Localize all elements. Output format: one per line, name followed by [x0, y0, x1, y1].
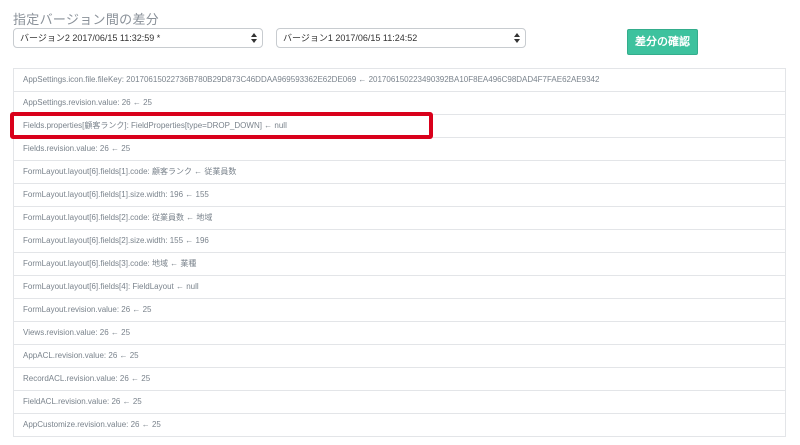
- version-a-select[interactable]: バージョン2 2017/06/15 11:32:59 *: [13, 28, 263, 48]
- diff-list: AppSettings.icon.file.fileKey: 201706150…: [13, 68, 786, 437]
- diff-row: AppACL.revision.value: 26 ← 25: [13, 345, 786, 368]
- diff-row: FormLayout.layout[6].fields[3].code: 地域 …: [13, 253, 786, 276]
- compare-diff-button[interactable]: 差分の確認: [627, 29, 698, 55]
- select-arrows-icon: [514, 33, 520, 43]
- diff-row: FormLayout.revision.value: 26 ← 25: [13, 299, 786, 322]
- diff-row: AppCustomize.revision.value: 26 ← 25: [13, 414, 786, 437]
- page-title: 指定バージョン間の差分: [13, 12, 160, 27]
- diff-row: FormLayout.layout[6].fields[1].code: 顧客ラ…: [13, 161, 786, 184]
- diff-row: FormLayout.layout[6].fields[1].size.widt…: [13, 184, 786, 207]
- version-a-selected-value: バージョン2 2017/06/15 11:32:59 *: [20, 33, 161, 43]
- diff-row: FieldACL.revision.value: 26 ← 25: [13, 391, 786, 414]
- version-b-selected-value: バージョン1 2017/06/15 11:24:52: [283, 33, 418, 43]
- version-diff-page: 指定バージョン間の差分 バージョン2 2017/06/15 11:32:59 *…: [0, 0, 800, 445]
- diff-row: FormLayout.layout[6].fields[2].code: 従業員…: [13, 207, 786, 230]
- diff-row: RecordACL.revision.value: 26 ← 25: [13, 368, 786, 391]
- diff-row: Fields.revision.value: 26 ← 25: [13, 138, 786, 161]
- version-b-select[interactable]: バージョン1 2017/06/15 11:24:52: [276, 28, 526, 48]
- diff-row: FormLayout.layout[6].fields[2].size.widt…: [13, 230, 786, 253]
- diff-row: AppSettings.icon.file.fileKey: 201706150…: [13, 69, 786, 92]
- select-arrows-icon: [251, 33, 257, 43]
- diff-row: Fields.properties[顧客ランク]: FieldPropertie…: [13, 115, 786, 138]
- diff-row: AppSettings.revision.value: 26 ← 25: [13, 92, 786, 115]
- diff-row: Views.revision.value: 26 ← 25: [13, 322, 786, 345]
- diff-row: FormLayout.layout[6].fields[4]: FieldLay…: [13, 276, 786, 299]
